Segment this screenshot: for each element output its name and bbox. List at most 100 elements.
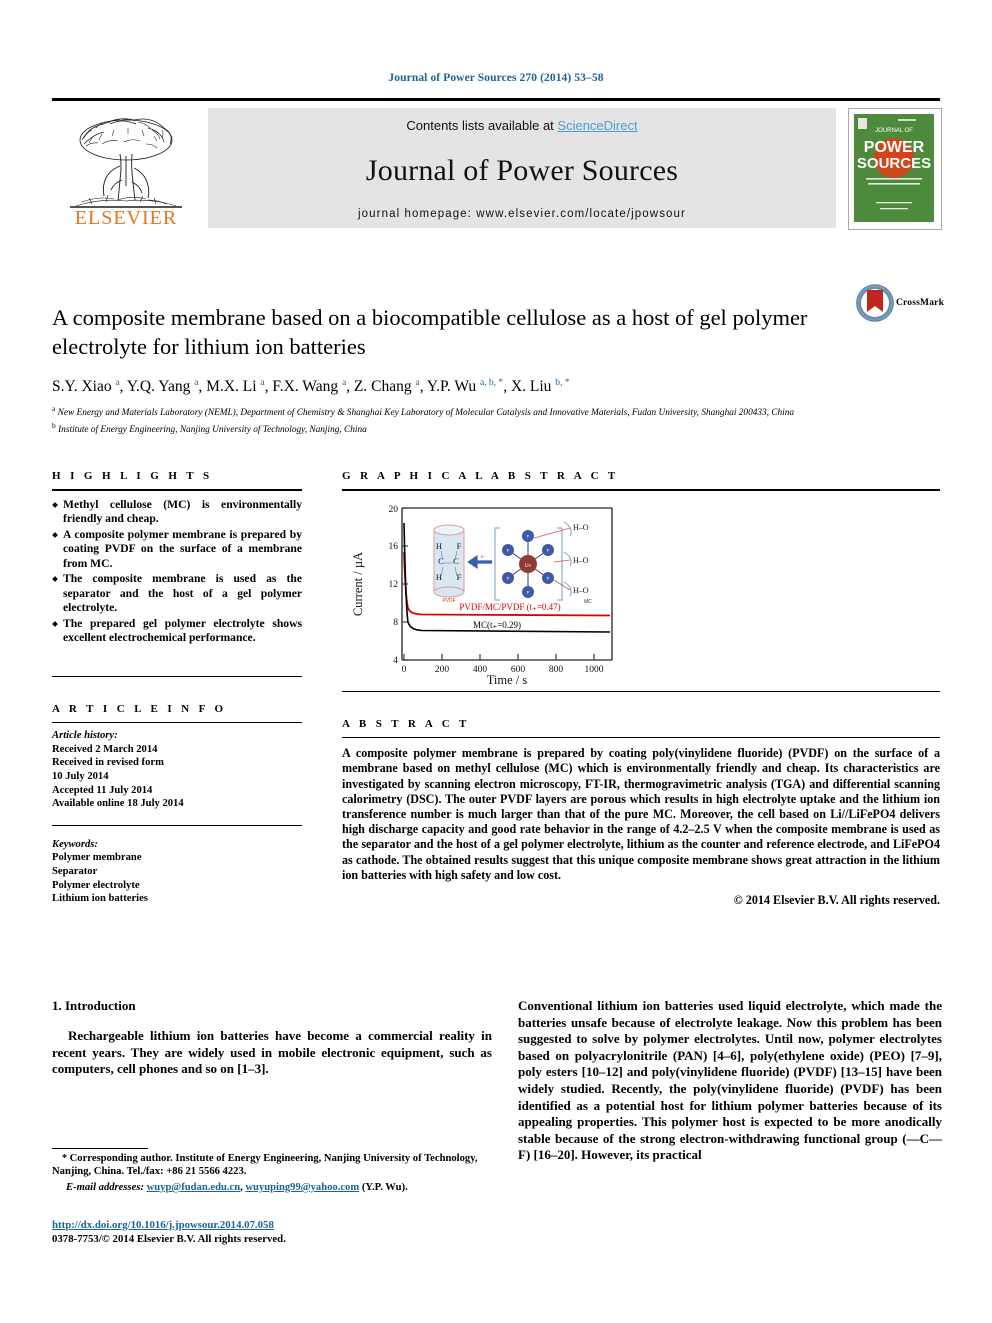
running-head: Journal of Power Sources 270 (2014) 53–5… [388, 72, 604, 84]
corresponding-author-note: * Corresponding author. Institute of Ene… [52, 1152, 492, 1194]
keyword-item: Polymer membrane [52, 852, 142, 864]
journal-homepage[interactable]: journal homepage: www.elsevier.com/locat… [358, 208, 686, 220]
svg-text:F: F [457, 541, 462, 551]
article-history: Article history: Received 2 March 2014 R… [52, 729, 302, 811]
keyword-item: Polymer electrolyte [52, 879, 140, 891]
x-tick-400: 400 [473, 665, 488, 675]
intro-paragraph-right: Conventional lithium ion batteries used … [518, 998, 942, 1163]
corresponding-author-text: * Corresponding author. Institute of Ene… [52, 1153, 478, 1178]
svg-text:H: H [436, 541, 442, 551]
footnote-separator [52, 1148, 148, 1150]
y-axis-label: Current / µA [351, 552, 365, 616]
inset-pvdf-label: PVDF [442, 598, 455, 604]
x-tick-800: 800 [549, 665, 564, 675]
article-page: Journal of Power Sources 270 (2014) 53–5… [0, 0, 992, 1323]
intro-paragraph-left: Rechargeable lithium ion batteries have … [52, 1028, 492, 1077]
x-tick-200: 200 [435, 665, 450, 675]
crossmark-label: CrossMark [896, 298, 945, 308]
svg-text:F: F [507, 548, 510, 553]
highlights-heading: H I G H L I G H T S [52, 470, 213, 482]
sciencedirect-link[interactable]: ScienceDirect [557, 118, 637, 133]
history-item: Received 2 March 2014 [52, 743, 158, 755]
crossmark-icon [856, 284, 894, 322]
keywords-label: Keywords: [52, 838, 98, 850]
abstract-rule [342, 736, 940, 739]
series-label-mc: MC(t₊=0.29) [473, 620, 521, 630]
corresponding-star: * [62, 1153, 67, 1164]
inset-solvent-2: H–O [573, 586, 589, 595]
journal-cover-thumbnail: JOURNAL OF POWER SOURCES [848, 108, 942, 230]
issn-copyright-line: 0378-7753/© 2014 Elsevier B.V. All right… [52, 1233, 286, 1245]
contents-prefix: Contents lists available at [406, 118, 558, 133]
inset-electron-label: e- [481, 554, 486, 559]
crossmark-badge[interactable]: CrossMark [856, 284, 945, 328]
svg-text:POWER: POWER [864, 139, 925, 156]
svg-text:JOURNAL OF: JOURNAL OF [875, 128, 913, 134]
elsevier-wordmark: ELSEVIER [74, 207, 178, 229]
svg-text:SOURCES: SOURCES [857, 155, 931, 172]
x-axis-label: Time / s [487, 673, 528, 685]
article-info-rule [52, 721, 302, 724]
abstract-heading: A B S T R A C T [342, 717, 470, 730]
svg-text:F: F [527, 590, 530, 595]
keywords-rule [52, 824, 302, 826]
affiliations: a New Energy and Materials Laboratory (N… [52, 403, 812, 436]
affiliation-a: a New Energy and Materials Laboratory (N… [52, 404, 795, 419]
article-info-heading: A R T I C L E I N F O [52, 702, 227, 715]
author-3: F.X. Wang a, [272, 378, 354, 396]
masthead-center: Contents lists available at ScienceDirec… [208, 108, 836, 228]
list-item: Methyl cellulose (MC) is environmentally… [52, 498, 302, 527]
list-item: The composite membrane is used as the se… [52, 572, 302, 616]
inset-solvent-1: H–O [573, 556, 589, 565]
email-link-2[interactable]: wuyuping99@yahoo.com [245, 1182, 359, 1193]
x-tick-1000: 1000 [585, 665, 604, 675]
elsevier-logo: ELSEVIER [52, 108, 200, 228]
history-item: 10 July 2014 [52, 770, 109, 782]
svg-text:C: C [453, 556, 459, 566]
highlights-list: Methyl cellulose (MC) is environmentally… [52, 498, 302, 646]
svg-text:F: F [547, 548, 550, 553]
graphical-abstract-figure: 4 8 12 16 20 0 200 400 600 800 1000 Time… [342, 500, 940, 687]
author-6: X. Liu b, * [510, 378, 570, 396]
svg-text:F: F [507, 576, 510, 581]
section-heading-introduction: 1. Introduction [52, 998, 136, 1013]
keyword-item: Lithium ion batteries [52, 893, 148, 905]
svg-text:Li+: Li+ [525, 563, 532, 569]
page-title: A composite membrane based on a biocompa… [52, 305, 808, 360]
author-4: Z. Chang a, [353, 378, 427, 396]
svg-text:H: H [436, 572, 442, 582]
journal-title: Journal of Power Sources [365, 153, 679, 187]
email-label: E-mail addresses: [66, 1181, 144, 1193]
graphical-abstract-rule [342, 489, 940, 491]
y-tick-20: 20 [389, 505, 399, 515]
list-item: The prepared gel polymer electrolyte sho… [52, 617, 302, 646]
abstract-text: A composite polymer membrane is prepared… [342, 746, 940, 882]
series-label-pvdf-mc-pvdf: PVDF/MC/PVDF (t₊=0.47) [459, 602, 560, 612]
keywords-block: Keywords: Polymer membrane Separator Pol… [52, 838, 302, 906]
affiliation-b: b Institute of Energy Engineering, Nanji… [52, 420, 367, 435]
y-tick-12: 12 [389, 580, 399, 590]
author-list: S.Y. Xiao a, Y.Q. Yang a, M.X. Li a, F.X… [52, 378, 852, 396]
doi-block: http://dx.doi.org/10.1016/j.jpowsour.201… [52, 1218, 492, 1246]
doi-link[interactable]: http://dx.doi.org/10.1016/j.jpowsour.201… [52, 1219, 274, 1231]
inset-solvent-0: H–O [573, 523, 589, 532]
highlights-rule-bottom [52, 675, 302, 677]
svg-text:F: F [457, 572, 462, 582]
graphical-abstract-heading: G R A P H I C A L A B S T R A C T [342, 470, 619, 482]
right-column: G R A P H I C A L A B S T R A C T 4 8 12… [342, 470, 940, 908]
article-history-label: Article history: [52, 730, 118, 742]
chart-inset-schematic: HF CC HF PVDF e- Li+ FF F F F F H–O H–O … [433, 521, 592, 605]
author-1: Y.Q. Yang a, [126, 378, 207, 396]
keyword-item: Separator [52, 865, 98, 877]
list-item: A composite polymer membrane is prepared… [52, 528, 302, 572]
email-link-1[interactable]: wuyp@fudan.edu.cn [147, 1182, 240, 1193]
author-0: S.Y. Xiao a, [52, 378, 127, 396]
cover-artwork-icon: JOURNAL OF POWER SOURCES [854, 114, 934, 222]
email-suffix: (Y.P. Wu). [361, 1181, 408, 1193]
graphical-abstract-rule-bottom [342, 690, 940, 692]
svg-text:F: F [527, 534, 530, 539]
contents-line: Contents lists available at ScienceDirec… [406, 118, 637, 133]
header-rule [52, 98, 940, 101]
inset-mc-label: MC [584, 599, 592, 605]
article-info-block: A R T I C L E I N F O Article history: R… [52, 703, 302, 906]
